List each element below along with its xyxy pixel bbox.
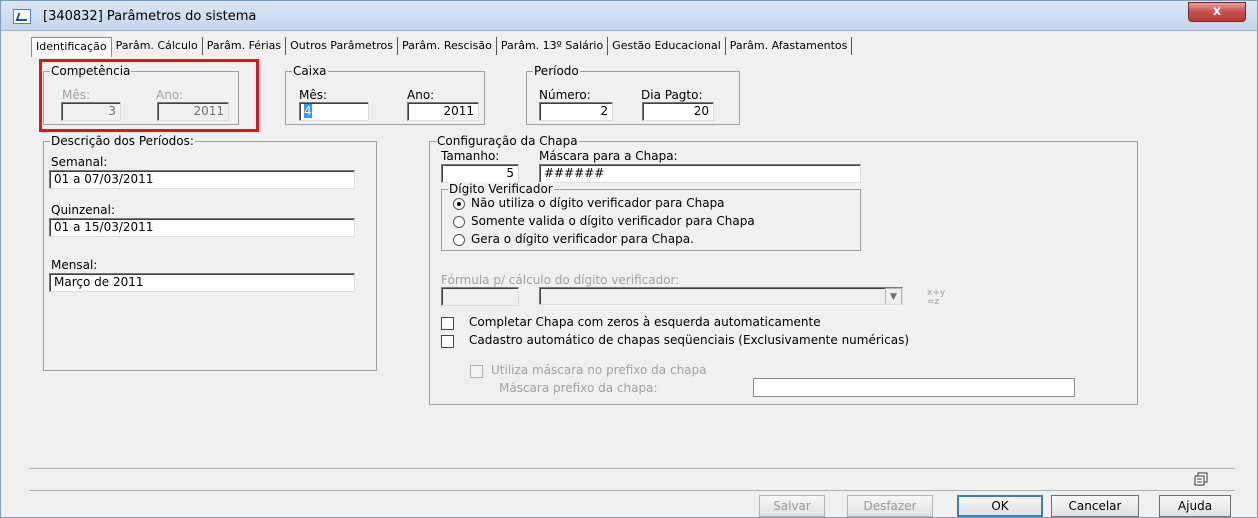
cadastro-checkbox[interactable] <box>441 335 454 348</box>
formula-code-field <box>441 287 519 306</box>
prefixo-check-label: Utiliza máscara no prefixo da chapa <box>491 363 707 377</box>
periodo-dia-label: Dia Pagto: <box>641 88 703 102</box>
tab-outros-parametros[interactable]: Outros Parâmetros <box>286 37 398 55</box>
dialog-window: [340832] Parâmetros do sistema x Identif… <box>0 0 1258 518</box>
competencia-highlight <box>39 59 259 132</box>
salvar-button[interactable]: Salvar <box>759 495 825 517</box>
digito-option-gera-label: Gera o dígito verificador para Chapa. <box>471 232 694 246</box>
semanal-label: Semanal: <box>51 155 108 169</box>
caixa-legend: Caixa <box>292 64 328 78</box>
tab-param-rescisao[interactable]: Parâm. Rescisão <box>398 37 497 55</box>
copy-icon[interactable] <box>1194 472 1208 486</box>
digito-option-somente-valida[interactable] <box>453 216 465 228</box>
tab-param-ferias[interactable]: Parâm. Férias <box>202 37 287 55</box>
periodo-numero-label: Número: <box>539 88 591 102</box>
mascara-field[interactable]: ###### <box>539 164 861 183</box>
digito-legend: Dígito Verificador <box>448 182 554 196</box>
periodo-dia-field[interactable]: 20 <box>642 102 714 121</box>
caixa-mes-value: 4 <box>304 104 312 118</box>
periodo-legend: Período <box>533 64 580 78</box>
mensal-field[interactable]: Março de 2011 <box>49 273 355 292</box>
quinzenal-label: Quinzenal: <box>51 203 116 217</box>
status-divider <box>29 468 1235 469</box>
formula-icon-bottom: =z <box>927 297 940 307</box>
footer-divider <box>29 490 1235 491</box>
tab-identificacao[interactable]: Identificação <box>31 37 112 57</box>
prefixo-label: Máscara prefixo da chapa: <box>499 381 658 395</box>
formula-editor-icon: x+y =z <box>927 289 945 307</box>
ok-button[interactable]: OK <box>957 495 1043 517</box>
desfazer-button[interactable]: Desfazer <box>847 495 933 517</box>
tab-param-calculo[interactable]: Parâm. Cálculo <box>111 37 203 55</box>
ajuda-button[interactable]: Ajuda <box>1159 495 1231 517</box>
caixa-ano-field[interactable]: 2011 <box>407 102 479 121</box>
quinzenal-field[interactable]: 01 a 15/03/2011 <box>49 218 355 237</box>
window-title: [340832] Parâmetros do sistema <box>43 9 257 24</box>
completar-label: Completar Chapa com zeros à esquerda aut… <box>469 315 821 329</box>
tab-param-afastamentos[interactable]: Parâm. Afastamentos <box>725 37 853 55</box>
cadastro-label: Cadastro automático de chapas seqüenciai… <box>469 333 910 347</box>
periodo-numero-field[interactable]: 2 <box>539 102 613 121</box>
tab-strip: Identificação Parâm. Cálculo Parâm. Féri… <box>31 37 853 57</box>
cancelar-button[interactable]: Cancelar <box>1051 495 1139 517</box>
prefixo-field[interactable] <box>753 378 1075 397</box>
tab-gestao-educacional[interactable]: Gestão Educacional <box>608 37 726 55</box>
formula-label: Fórmula p/ cálculo do dígito verificador… <box>441 273 680 287</box>
app-icon <box>13 9 31 24</box>
prefixo-checkbox <box>470 365 483 378</box>
caixa-mes-label: Mês: <box>299 88 328 102</box>
chevron-down-icon: ▼ <box>885 288 902 304</box>
title-bar[interactable]: [340832] Parâmetros do sistema x <box>1 1 1257 31</box>
chapa-legend: Configuração da Chapa <box>436 134 579 148</box>
formula-select: ▼ <box>539 287 903 305</box>
tamanho-label: Tamanho: <box>441 149 500 163</box>
mascara-label: Máscara para a Chapa: <box>539 149 678 163</box>
caixa-ano-label: Ano: <box>407 88 435 102</box>
semanal-field[interactable]: 01 a 07/03/2011 <box>49 170 355 189</box>
mensal-label: Mensal: <box>51 258 98 272</box>
digito-option-gera[interactable] <box>453 234 465 246</box>
close-button[interactable]: x <box>1188 2 1246 22</box>
descricao-legend: Descrição dos Períodos: <box>50 134 195 148</box>
digito-option-nao-utiliza[interactable] <box>453 198 465 210</box>
digito-option-somente-valida-label: Somente valida o dígito verificador para… <box>471 214 755 228</box>
caixa-mes-field[interactable]: 4 <box>299 102 369 121</box>
tamanho-field[interactable]: 5 <box>441 164 519 183</box>
digito-option-nao-utiliza-label: Não utiliza o dígito verificador para Ch… <box>471 196 725 210</box>
completar-checkbox[interactable] <box>441 317 454 330</box>
tab-param-13-salario[interactable]: Parâm. 13º Salário <box>496 37 609 55</box>
